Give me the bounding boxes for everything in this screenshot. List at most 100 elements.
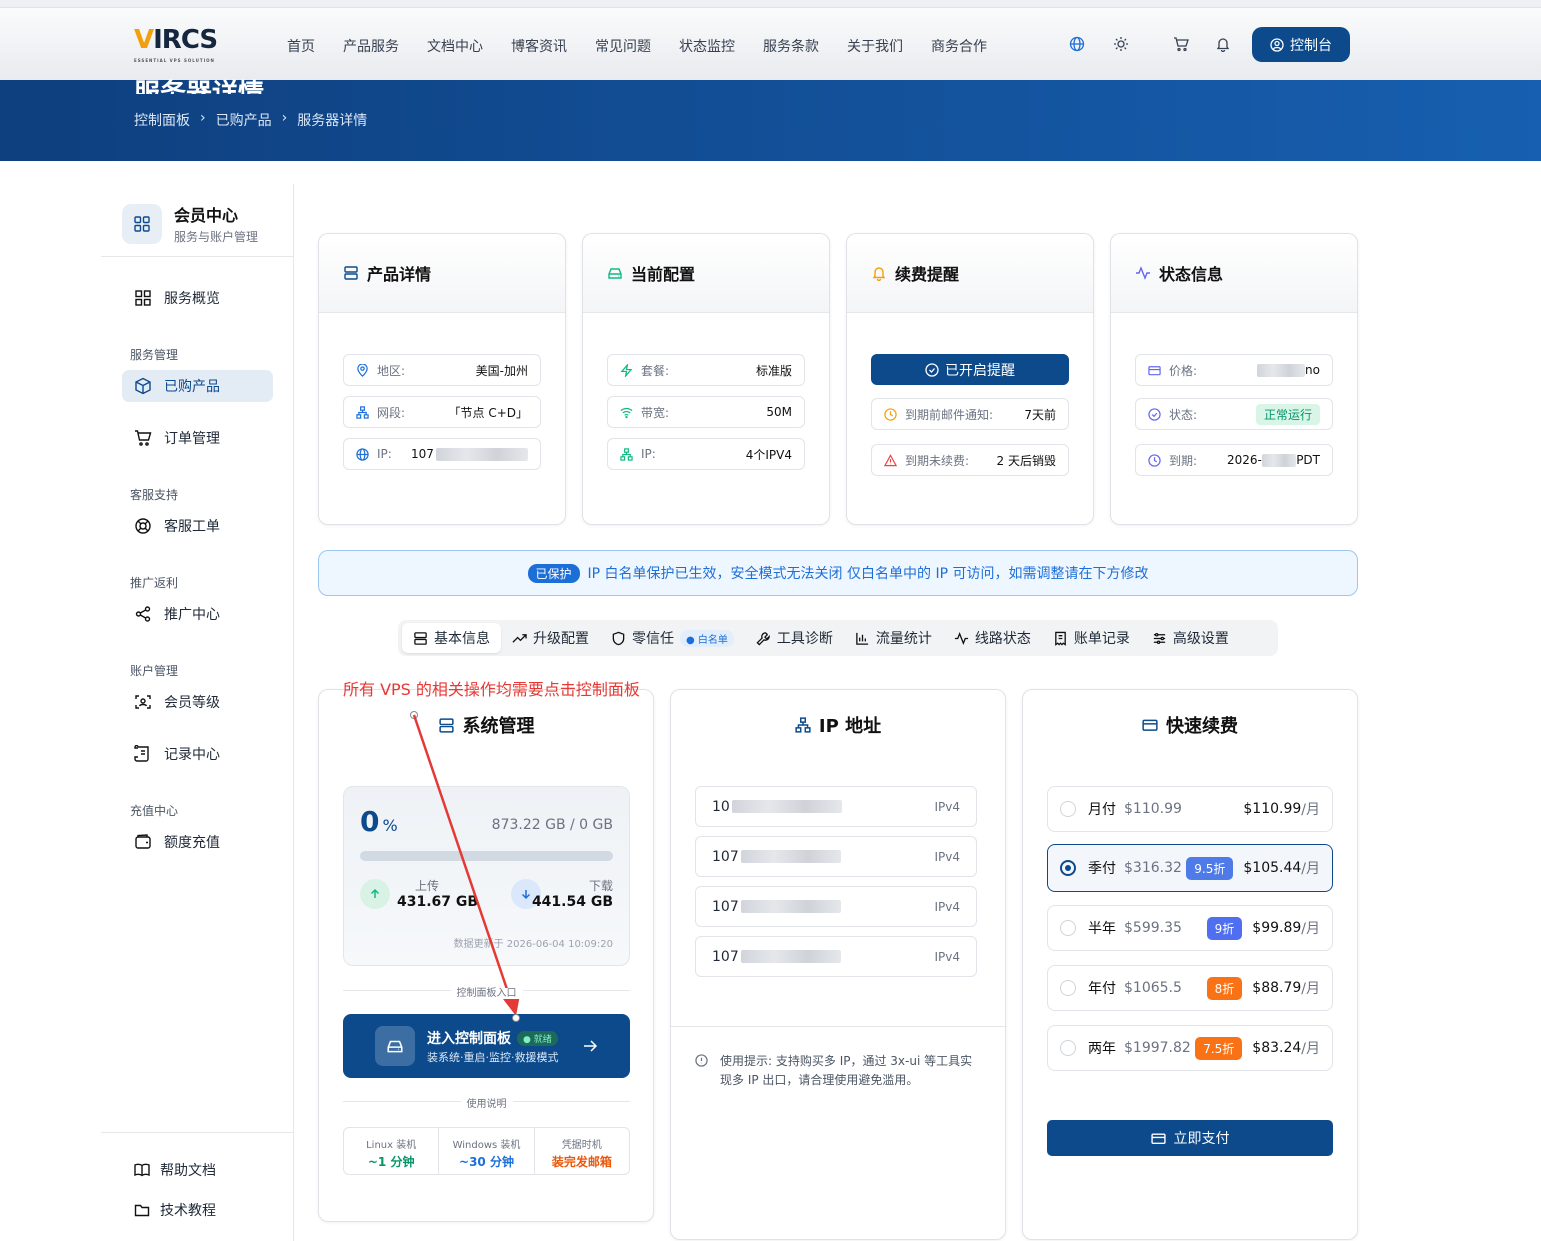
nav-link-home[interactable]: 首页	[287, 36, 315, 56]
reminder-enabled-button[interactable]: 已开启提醒	[871, 354, 1069, 385]
quick-renew-card: 快速续费 月付 $110.99 $110.99/月 季付 $316.32 9.5折 $10…	[1022, 689, 1358, 1240]
plan-option-yearly[interactable]: 年付 $1065.5 8折 $88.79/月	[1047, 965, 1333, 1011]
tab-route[interactable]: 线路状态	[943, 623, 1042, 653]
card-header: 续费提醒	[847, 234, 1093, 313]
enter-control-panel-button[interactable]: 进入控制面板 ● 就绪 装系统·重启·监控·救援模式	[343, 1014, 630, 1078]
system-management-card: 系统管理 0% 873.22 GB / 0 GB 上传 431.67 GB 下载 4…	[318, 689, 654, 1222]
nav-link-status[interactable]: 状态监控	[679, 36, 735, 56]
member-center-header: 会员中心 服务与账户管理	[122, 202, 258, 245]
sidebar-item-records[interactable]: 记录中心	[122, 738, 273, 770]
tab-basic-info[interactable]: 基本信息	[402, 623, 501, 653]
arrow-right-icon	[582, 1038, 598, 1054]
card-header: 当前配置	[583, 234, 829, 313]
cart-icon[interactable]	[1172, 35, 1190, 53]
theme-sun-icon[interactable]	[1112, 35, 1130, 53]
sidebar-group-support: 客服支持	[130, 488, 179, 502]
plan-option-half-year[interactable]: 半年 $599.35 9折 $99.89/月	[1047, 905, 1333, 951]
plan-option-two-years[interactable]: 两年 $1997.82 7.5折 $83.24/月	[1047, 1025, 1333, 1071]
sidebar-group-promo: 推广返利	[130, 576, 179, 590]
credit-card-icon	[1142, 717, 1158, 733]
clock-icon	[884, 407, 897, 421]
radio-button[interactable]	[1060, 980, 1076, 996]
pay-now-button[interactable]: 立即支付	[1047, 1120, 1333, 1156]
email-notice-row: 到期前邮件通知: 7天前	[871, 398, 1069, 430]
tab-zero-trust[interactable]: 零信任 ● 白名单	[600, 623, 745, 653]
ready-badge: ● 就绪	[517, 1030, 558, 1046]
card-header: 状态信息	[1111, 234, 1357, 313]
discount-badge: 9.5折	[1186, 856, 1234, 880]
nav-link-about[interactable]: 关于我们	[847, 36, 903, 56]
card-title: IP 地址	[671, 712, 1005, 738]
tab-billing[interactable]: 账单记录	[1042, 623, 1141, 653]
ip-row[interactable]: 107 IPv4	[695, 886, 977, 927]
book-icon	[134, 1162, 150, 1178]
sidebar-item-orders[interactable]: 订单管理	[122, 422, 273, 454]
console-button[interactable]: 控制台	[1252, 27, 1350, 62]
radio-button[interactable]	[1060, 801, 1076, 817]
divider	[101, 256, 294, 257]
radio-button[interactable]	[1060, 1040, 1076, 1056]
radio-button[interactable]	[1060, 860, 1076, 876]
activity-icon	[954, 631, 969, 646]
top-navbar: VIRCS ESSENTIAL VPS SOLUTION 首页 产品服务 文档中心…	[0, 8, 1541, 80]
ip-row[interactable]: 107 IPv4	[695, 836, 977, 877]
sidebar-item-member-level[interactable]: 会员等级	[122, 686, 273, 718]
hard-drive-icon	[607, 265, 623, 281]
card-title: 快速续费	[1023, 712, 1357, 738]
breadcrumb-dashboard[interactable]: 控制面板	[134, 110, 190, 130]
sidebar-item-help[interactable]: 帮助文档	[122, 1154, 273, 1186]
check-circle-icon	[1148, 407, 1161, 421]
renewal-reminder-card: 续费提醒 已开启提醒 到期前邮件通知: 7天前 到期未续费: 2 天后销毁	[846, 233, 1094, 525]
redacted-ip	[731, 800, 842, 813]
discount-badge: 9折	[1206, 916, 1243, 940]
nav-link-business[interactable]: 商务合作	[931, 36, 987, 56]
credit-card-icon	[1148, 364, 1161, 377]
activity-icon	[1135, 265, 1151, 281]
nav-link-faq[interactable]: 常见问题	[595, 36, 651, 56]
tab-traffic[interactable]: 流量统计	[844, 623, 943, 653]
ip-row[interactable]: 107 IPv4	[695, 936, 977, 977]
radio-button[interactable]	[1060, 920, 1076, 936]
nav-link-terms[interactable]: 服务条款	[763, 36, 819, 56]
tab-upgrade[interactable]: 升级配置	[501, 623, 600, 653]
plan-option-quarterly[interactable]: 季付 $316.32 9.5折 $105.44/月	[1047, 844, 1333, 892]
sidebar: 会员中心 服务与账户管理 服务概览 服务管理 已购产品 订单管理 客服支持 客服工…	[101, 184, 294, 1241]
sidebar-item-promo[interactable]: 推广中心	[122, 598, 273, 630]
redacted-ip	[740, 900, 841, 913]
ip-row[interactable]: 10 IPv4	[695, 786, 977, 827]
redacted-ip	[435, 447, 528, 461]
sidebar-group-service: 服务管理	[130, 348, 179, 362]
sliders-icon	[1152, 631, 1167, 646]
logo[interactable]: VIRCS ESSENTIAL VPS SOLUTION	[134, 25, 218, 63]
folder-icon	[134, 1202, 150, 1218]
divider	[101, 1132, 294, 1133]
credential-timing: 凭据时机 装完发邮箱	[551, 1140, 612, 1169]
sidebar-item-tickets[interactable]: 客服工单	[122, 510, 273, 542]
tab-tools[interactable]: 工具诊断	[745, 623, 844, 653]
tab-advanced[interactable]: 高级设置	[1141, 623, 1240, 653]
redacted-date	[1261, 453, 1297, 467]
sidebar-item-overview[interactable]: 服务概览	[122, 282, 273, 314]
current-config-card: 当前配置 套餐: 标准版 带宽: 50M IP: 4个IPV4	[582, 233, 830, 525]
nav-links: 首页 产品服务 文档中心 博客资讯 常见问题 状态监控 服务条款 关于我们 商务…	[287, 36, 987, 56]
breadcrumb-purchased[interactable]: 已购产品	[216, 110, 272, 130]
clock-icon	[1148, 453, 1161, 467]
nav-link-products[interactable]: 产品服务	[343, 36, 399, 56]
ip-count-row: IP: 4个IPV4	[607, 438, 805, 470]
sidebar-item-recharge[interactable]: 额度充值	[122, 826, 273, 858]
sidebar-item-tutorials[interactable]: 技术教程	[122, 1194, 273, 1226]
globe-icon[interactable]	[1068, 35, 1086, 53]
status-info-card: 状态信息 价格: no 状态: 正常运行 到期: 2026- PDT	[1110, 233, 1358, 525]
breadcrumb-current: 服务器详情	[297, 113, 368, 129]
bell-icon[interactable]	[1214, 35, 1232, 53]
nav-link-blog[interactable]: 博客资讯	[511, 36, 567, 56]
map-pin-icon	[356, 363, 369, 377]
scan-user-icon	[134, 693, 152, 711]
download-stat: 下载 441.54 GB	[531, 879, 613, 910]
sidebar-item-purchased[interactable]: 已购产品	[122, 370, 273, 402]
plan-option-monthly[interactable]: 月付 $110.99 $110.99/月	[1047, 786, 1333, 832]
info-icon	[695, 1052, 708, 1090]
hard-drive-icon	[375, 1026, 415, 1066]
nav-link-docs[interactable]: 文档中心	[427, 36, 483, 56]
upload-stat: 上传 431.67 GB	[397, 879, 479, 910]
